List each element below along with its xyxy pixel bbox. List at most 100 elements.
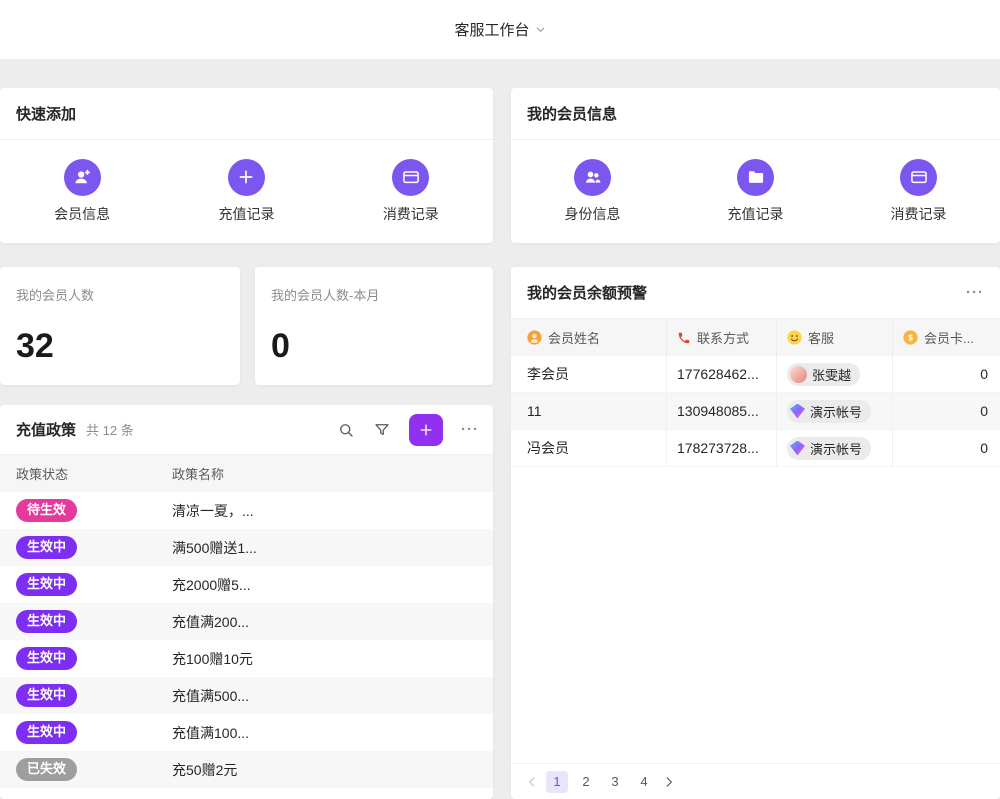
policy-name: 充值满200... (170, 612, 493, 632)
cell-member-name: 11 (511, 393, 667, 429)
stat-value: 0 (271, 329, 477, 369)
cell-member-name: 李会员 (511, 356, 667, 392)
status-badge: 生效中 (16, 610, 77, 632)
member-info-identity-label: 身份信息 (565, 204, 621, 224)
stat-card-member-count-month: 我的会员人数-本月 0 (255, 267, 493, 385)
column-policy-name[interactable]: 政策名称 (170, 464, 493, 483)
status-badge: 生效中 (16, 721, 77, 743)
policy-name: 清凉一夏，... (170, 501, 493, 521)
member-info-consume-record[interactable]: 消费记录 (837, 159, 1000, 224)
folder-icon (737, 159, 774, 196)
status-badge: 待生效 (16, 499, 77, 521)
cell-balance: 0 (893, 356, 1000, 392)
status-badge: 生效中 (16, 647, 77, 669)
people-icon (574, 159, 611, 196)
cell-contact: 130948085... (667, 393, 777, 429)
status-badge: 已失效 (16, 758, 77, 780)
table-row[interactable]: 生效中 充100赠10元 (0, 640, 493, 677)
chevron-down-icon (535, 24, 546, 35)
cell-balance: 0 (893, 393, 1000, 429)
cell-agent: 演示帐号 (777, 393, 893, 429)
workspace-switcher[interactable]: 客服工作台 (454, 19, 545, 40)
cell-agent: 演示帐号 (777, 430, 893, 466)
stat-label: 我的会员人数-本月 (271, 283, 477, 304)
column-agent[interactable]: 客服 (777, 319, 893, 356)
column-label: 客服 (808, 328, 834, 347)
policy-name: 充值满100... (170, 723, 493, 743)
agent-pill: 演示帐号 (787, 400, 871, 423)
policy-table-header: 政策状态 政策名称 (0, 455, 493, 492)
policy-name: 满500赠送1... (170, 538, 493, 558)
cell-member-name: 冯会员 (511, 430, 667, 466)
plus-icon (418, 422, 434, 438)
avatar (790, 404, 805, 419)
svg-text:$: $ (908, 334, 913, 343)
balance-alert-title: 我的会员余额预警 (527, 282, 647, 303)
table-row[interactable]: 生效中 满500赠送1... (0, 529, 493, 566)
agent-name: 演示帐号 (810, 402, 862, 421)
pagination-page-3[interactable]: 3 (604, 771, 626, 793)
status-badge: 生效中 (16, 536, 77, 558)
quick-add-title: 快速添加 (16, 103, 76, 124)
pagination-prev-icon[interactable] (525, 775, 539, 789)
cell-contact: 178273728... (667, 430, 777, 466)
workbench-screen: 客服工作台 快速添加 会员信息 充值记录 (0, 0, 1000, 799)
quick-add-consume-record[interactable]: 消费记录 (329, 159, 493, 224)
more-icon[interactable]: ··· (461, 421, 479, 438)
page-title: 客服工作台 (454, 19, 529, 40)
stat-card-member-count: 我的会员人数 32 (0, 267, 240, 385)
top-header: 客服工作台 (0, 0, 1000, 60)
quick-add-consume-record-label: 消费记录 (383, 204, 439, 224)
member-info-recharge-record-label: 充值记录 (728, 204, 784, 224)
add-record-button[interactable] (409, 414, 443, 446)
table-row[interactable]: 生效中 充值满500... (0, 677, 493, 714)
quick-add-member-info[interactable]: 会员信息 (0, 159, 164, 224)
stat-value: 32 (16, 329, 224, 369)
policy-name: 充值满500... (170, 686, 493, 706)
pagination-next-icon[interactable] (662, 775, 676, 789)
plus-icon (228, 159, 265, 196)
avatar (790, 366, 807, 383)
column-label: 会员卡... (924, 328, 974, 347)
table-row[interactable]: 李会员 177628462... 张雯越 0 (511, 356, 1000, 393)
table-row[interactable]: 已失效 充50赠2元 (0, 751, 493, 788)
table-row[interactable]: 待生效 清凉一夏，... (0, 492, 493, 529)
recharge-policy-card: 充值政策 共 12 条 ··· 政策状态 政策名称 (0, 405, 493, 799)
column-label: 会员姓名 (548, 328, 600, 347)
smiley-icon (787, 330, 802, 345)
pagination: 1 2 3 4 (511, 763, 1000, 799)
recharge-policy-title: 充值政策 (16, 419, 76, 440)
agent-name: 张雯越 (812, 365, 851, 384)
column-member-card[interactable]: $ 会员卡... (893, 319, 1000, 356)
table-row[interactable]: 生效中 充2000赠5... (0, 566, 493, 603)
member-info-consume-record-label: 消费记录 (891, 204, 947, 224)
quick-add-member-info-label: 会员信息 (54, 204, 110, 224)
avatar (790, 441, 805, 456)
member-info-title: 我的会员信息 (527, 103, 617, 124)
search-icon[interactable] (337, 421, 355, 439)
member-plus-icon (64, 159, 101, 196)
money-icon: $ (903, 330, 918, 345)
pagination-page-4[interactable]: 4 (633, 771, 655, 793)
column-policy-status[interactable]: 政策状态 (0, 464, 170, 483)
table-row[interactable]: 冯会员 178273728... 演示帐号 0 (511, 430, 1000, 467)
member-info-recharge-record[interactable]: 充值记录 (674, 159, 837, 224)
table-row[interactable]: 生效中 充值满100... (0, 714, 493, 751)
filter-icon[interactable] (373, 421, 391, 439)
cell-agent: 张雯越 (777, 356, 893, 392)
table-row[interactable]: 生效中 充值满200... (0, 603, 493, 640)
quick-add-recharge-record-label: 充值记录 (218, 204, 274, 224)
column-contact[interactable]: 联系方式 (667, 319, 777, 356)
stat-label: 我的会员人数 (16, 283, 224, 304)
pagination-page-1[interactable]: 1 (546, 771, 568, 793)
quick-add-recharge-record[interactable]: 充值记录 (164, 159, 328, 224)
status-badge: 生效中 (16, 684, 77, 706)
more-icon[interactable]: ··· (966, 284, 984, 301)
agent-pill: 演示帐号 (787, 437, 871, 460)
column-member-name[interactable]: 会员姓名 (511, 319, 667, 356)
status-badge: 生效中 (16, 573, 77, 595)
card-icon (900, 159, 937, 196)
member-info-identity[interactable]: 身份信息 (511, 159, 674, 224)
pagination-page-2[interactable]: 2 (575, 771, 597, 793)
table-row[interactable]: 11 130948085... 演示帐号 0 (511, 393, 1000, 430)
